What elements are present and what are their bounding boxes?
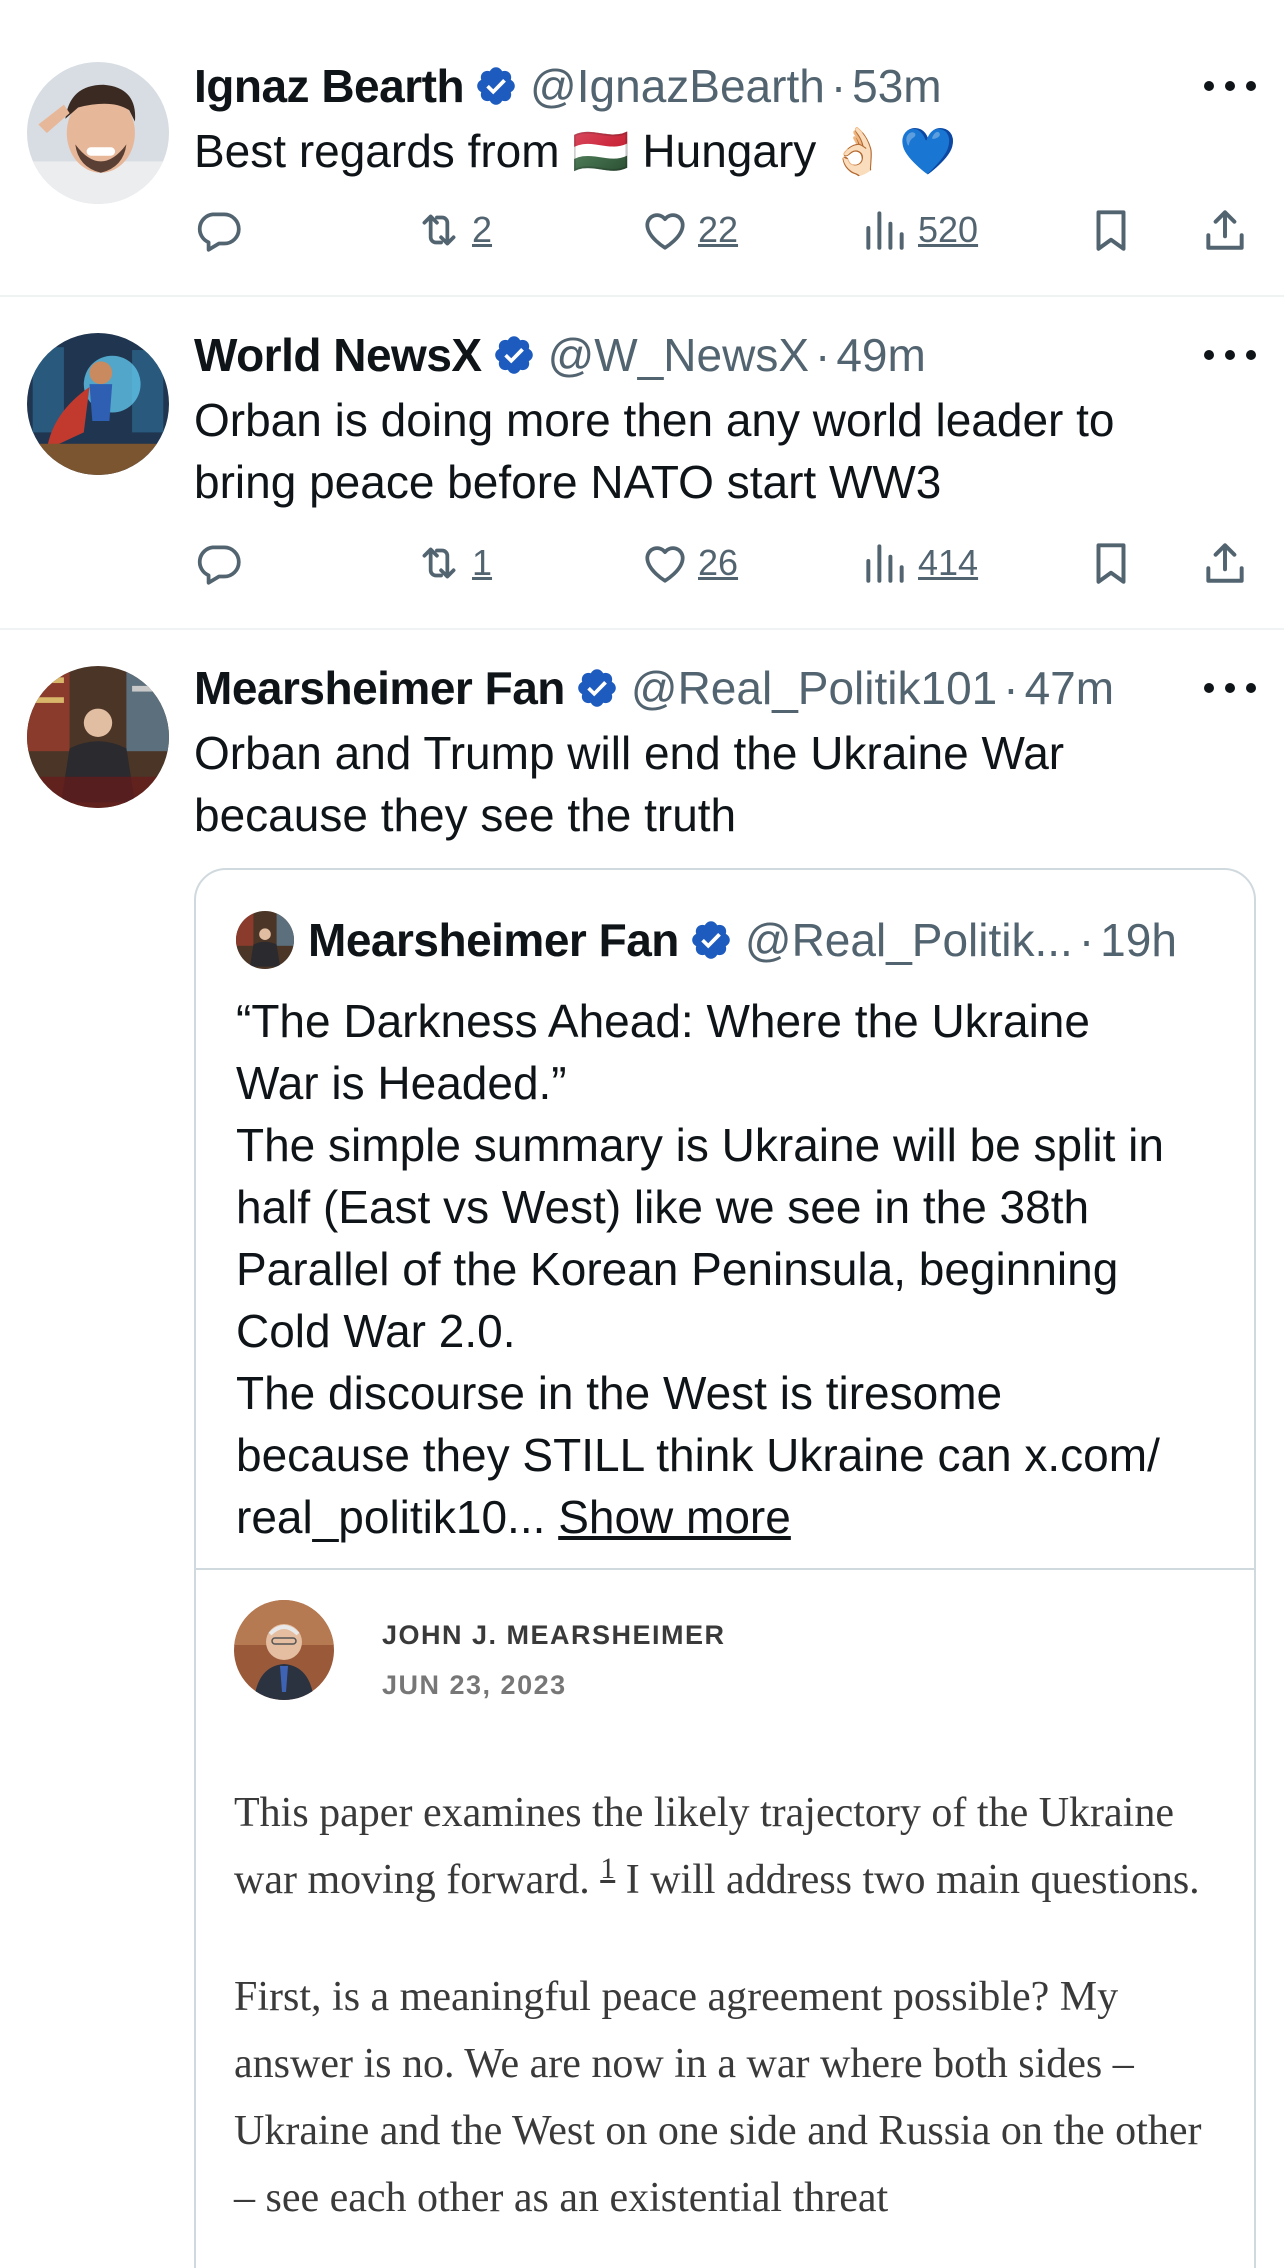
bookmark-button[interactable] xyxy=(1086,533,1136,593)
views-icon xyxy=(860,538,910,588)
like-count: 22 xyxy=(698,209,739,250)
views-button[interactable]: 520 xyxy=(860,200,978,260)
verified-badge-icon xyxy=(689,918,733,962)
footnote-link[interactable]: 1 xyxy=(600,1852,615,1885)
quote-header: Mearsheimer Fan @Real_Politik... · 19h xyxy=(236,910,1177,970)
retweet-count: 1 xyxy=(472,542,493,583)
verified-badge-icon xyxy=(474,64,518,108)
retweet-icon xyxy=(414,538,464,588)
tweet[interactable]: Ignaz Bearth @IgnazBearth · 53m Best reg… xyxy=(0,0,1284,297)
like-button[interactable]: 26 xyxy=(640,533,738,593)
tweet-header: Mearsheimer Fan @Real_Politik101 · 47m xyxy=(194,660,1114,716)
more-icon[interactable] xyxy=(1204,345,1256,365)
tweet-text: Orban and Trump will end the Ukraine War… xyxy=(194,727,1065,841)
tweet-actions: 1 26 414 xyxy=(194,533,1254,593)
reply-icon xyxy=(194,538,244,588)
tweet-text: Best regards from 🇭🇺 Hungary 👌🏻 💙 xyxy=(194,125,957,177)
verified-badge-icon xyxy=(492,333,536,377)
user-handle[interactable]: @Real_Politik101 xyxy=(631,661,997,715)
quote-text-body: “The Darkness Ahead: Where the Ukraine W… xyxy=(236,995,1164,1543)
view-count: 520 xyxy=(918,209,979,250)
tweet-header: World NewsX @W_NewsX · 49m xyxy=(194,327,926,383)
quote-text: “The Darkness Ahead: Where the Ukraine W… xyxy=(236,990,1226,1548)
avatar[interactable] xyxy=(27,666,169,808)
quote-avatar[interactable] xyxy=(236,911,294,969)
retweet-button[interactable]: 2 xyxy=(414,200,492,260)
article-text: I will address two main questions. xyxy=(615,1857,1200,1903)
heart-icon xyxy=(640,538,690,588)
article-paragraph: First, is a meaningful peace agreement p… xyxy=(234,1974,1202,2221)
timestamp[interactable]: 49m xyxy=(836,328,925,382)
share-button[interactable] xyxy=(1200,200,1250,260)
article-paragraph: This paper examines the likely trajector… xyxy=(234,1780,1224,1914)
tweet-actions: 2 22 520 xyxy=(194,200,1254,260)
tweet-header: Ignaz Bearth @IgnazBearth · 53m xyxy=(194,58,942,114)
article-author: JOHN J. MEARSHEIMER xyxy=(382,1620,726,1650)
reply-button[interactable] xyxy=(194,533,244,593)
tweet-text: Orban is doing more then any world leade… xyxy=(194,394,1115,508)
tweet[interactable]: World NewsX @W_NewsX · 49m Orban is doin… xyxy=(0,297,1284,630)
display-name[interactable]: Mearsheimer Fan xyxy=(194,661,565,715)
retweet-icon xyxy=(414,205,464,255)
timestamp[interactable]: 47m xyxy=(1025,661,1114,715)
more-icon[interactable] xyxy=(1204,678,1256,698)
heart-icon xyxy=(640,205,690,255)
article-author-photo xyxy=(234,1600,334,1700)
separator: · xyxy=(1078,914,1095,966)
share-icon xyxy=(1200,538,1250,588)
retweet-count: 2 xyxy=(472,209,493,250)
article-date: JUN 23, 2023 xyxy=(382,1670,567,1700)
separator: · xyxy=(1003,662,1019,714)
article-preview: This paper examines the likely trajector… xyxy=(234,1780,1224,2268)
quoted-tweet[interactable]: Mearsheimer Fan @Real_Politik... · 19h “… xyxy=(194,868,1256,2268)
verified-badge-icon xyxy=(575,666,619,710)
share-icon xyxy=(1200,205,1250,255)
bookmark-icon xyxy=(1086,538,1136,588)
quote-user-handle[interactable]: @Real_Politik... xyxy=(745,913,1073,967)
like-button[interactable]: 22 xyxy=(640,200,738,260)
separator: · xyxy=(830,60,847,112)
view-count: 414 xyxy=(918,542,979,583)
show-more-link[interactable]: Show more xyxy=(558,1491,791,1543)
divider xyxy=(196,1568,1254,1570)
views-button[interactable]: 414 xyxy=(860,533,978,593)
like-count: 26 xyxy=(698,542,739,583)
views-icon xyxy=(860,205,910,255)
user-handle[interactable]: @IgnazBearth xyxy=(530,59,825,113)
quote-display-name[interactable]: Mearsheimer Fan xyxy=(308,913,679,967)
separator: · xyxy=(815,329,831,381)
reply-button[interactable] xyxy=(194,200,244,260)
more-icon[interactable] xyxy=(1204,76,1256,96)
bookmark-icon xyxy=(1086,205,1136,255)
user-handle[interactable]: @W_NewsX xyxy=(548,328,809,382)
display-name[interactable]: Ignaz Bearth xyxy=(194,59,465,113)
reply-icon xyxy=(194,205,244,255)
share-button[interactable] xyxy=(1200,533,1250,593)
timestamp[interactable]: 53m xyxy=(852,59,941,113)
bookmark-button[interactable] xyxy=(1086,200,1136,260)
avatar[interactable] xyxy=(27,62,169,204)
display-name[interactable]: World NewsX xyxy=(194,328,482,382)
retweet-button[interactable]: 1 xyxy=(414,533,492,593)
avatar[interactable] xyxy=(27,333,169,475)
quote-timestamp[interactable]: 19h xyxy=(1100,913,1177,967)
